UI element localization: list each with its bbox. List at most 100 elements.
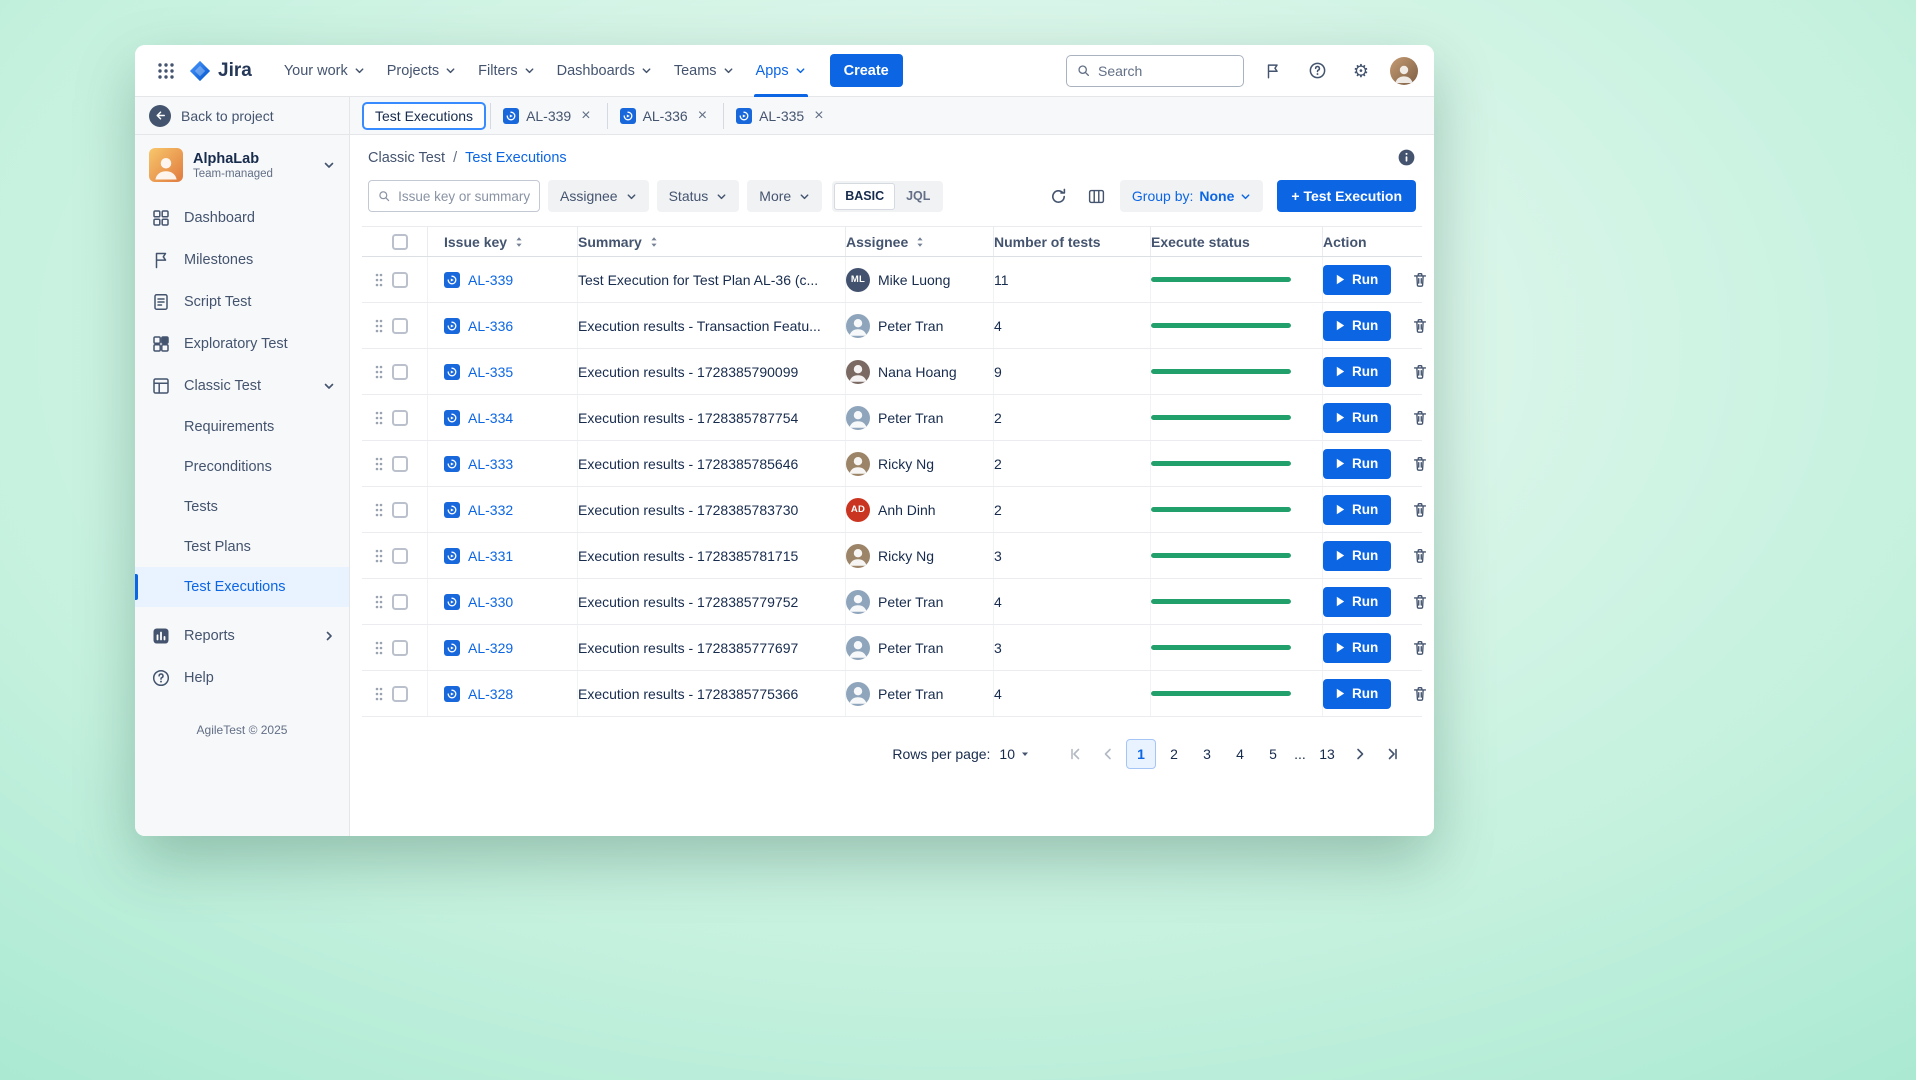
column-header[interactable]: Action xyxy=(1323,227,1422,256)
back-to-project-button[interactable]: Back to project xyxy=(135,97,349,135)
add-test-execution-button[interactable]: + Test Execution xyxy=(1277,180,1416,212)
top-nav-item[interactable]: Teams xyxy=(664,55,744,87)
sidebar-item[interactable]: Milestones xyxy=(135,239,349,281)
row-checkbox[interactable] xyxy=(392,272,408,288)
delete-icon[interactable] xyxy=(1411,685,1429,703)
run-button[interactable]: Run xyxy=(1323,633,1391,663)
run-button[interactable]: Run xyxy=(1323,679,1391,709)
global-search[interactable] xyxy=(1066,55,1244,87)
first-page-icon[interactable] xyxy=(1060,739,1090,769)
refresh-icon[interactable] xyxy=(1044,181,1074,211)
delete-icon[interactable] xyxy=(1411,409,1429,427)
tab[interactable]: AL-335 × xyxy=(723,103,836,129)
drag-handle-icon[interactable] xyxy=(374,548,384,564)
row-checkbox[interactable] xyxy=(392,364,408,380)
jira-logo[interactable]: Jira xyxy=(189,60,252,82)
delete-icon[interactable] xyxy=(1411,639,1429,657)
sidebar-item[interactable]: Requirements xyxy=(135,407,349,447)
previous-page-icon[interactable] xyxy=(1093,739,1123,769)
query-mode-button[interactable]: BASIC xyxy=(834,183,895,210)
run-button[interactable]: Run xyxy=(1323,311,1391,341)
issue-key-link[interactable]: AL-330 xyxy=(468,594,513,610)
row-checkbox[interactable] xyxy=(392,410,408,426)
global-search-input[interactable] xyxy=(1098,63,1233,79)
drag-handle-icon[interactable] xyxy=(374,640,384,656)
query-mode-button[interactable]: JQL xyxy=(895,183,941,210)
sidebar-item[interactable]: Dashboard xyxy=(135,197,349,239)
page-button[interactable]: 1 xyxy=(1126,739,1156,769)
filter-dropdown[interactable]: Status xyxy=(657,180,740,212)
sidebar-item[interactable]: Test Plans xyxy=(135,527,349,567)
run-button[interactable]: Run xyxy=(1323,587,1391,617)
page-button[interactable]: 13 xyxy=(1312,739,1342,769)
drag-handle-icon[interactable] xyxy=(374,272,384,288)
top-nav-item[interactable]: Filters xyxy=(468,55,544,87)
run-button[interactable]: Run xyxy=(1323,357,1391,387)
row-checkbox[interactable] xyxy=(392,594,408,610)
drag-handle-icon[interactable] xyxy=(374,686,384,702)
issue-key-link[interactable]: AL-329 xyxy=(468,640,513,656)
issue-key-link[interactable]: AL-332 xyxy=(468,502,513,518)
delete-icon[interactable] xyxy=(1411,317,1429,335)
run-button[interactable]: Run xyxy=(1323,403,1391,433)
sidebar-item[interactable]: Help xyxy=(135,657,349,699)
info-icon[interactable] xyxy=(1397,148,1416,167)
column-header[interactable]: Number of tests xyxy=(994,227,1151,256)
issue-search-input[interactable] xyxy=(398,189,530,204)
delete-icon[interactable] xyxy=(1411,363,1429,381)
column-header[interactable]: Execute status xyxy=(1151,227,1323,256)
issue-key-link[interactable]: AL-331 xyxy=(468,548,513,564)
breadcrumb-current[interactable]: Test Executions xyxy=(465,150,567,166)
sidebar-item[interactable]: Exploratory Test xyxy=(135,323,349,365)
issue-key-link[interactable]: AL-333 xyxy=(468,456,513,472)
row-checkbox[interactable] xyxy=(392,640,408,656)
drag-handle-icon[interactable] xyxy=(374,594,384,610)
sidebar-item[interactable]: Script Test xyxy=(135,281,349,323)
issue-key-link[interactable]: AL-328 xyxy=(468,686,513,702)
delete-icon[interactable] xyxy=(1411,271,1429,289)
close-icon[interactable]: × xyxy=(814,108,823,124)
tab[interactable]: AL-336 × xyxy=(607,103,720,129)
sidebar-item[interactable]: Reports xyxy=(135,615,349,657)
close-icon[interactable]: × xyxy=(698,108,707,124)
flag-icon[interactable] xyxy=(1258,56,1288,86)
app-switcher-icon[interactable] xyxy=(151,56,181,86)
drag-handle-icon[interactable] xyxy=(374,456,384,472)
row-checkbox[interactable] xyxy=(392,686,408,702)
group-by-dropdown[interactable]: Group by: None xyxy=(1120,180,1263,212)
filter-dropdown[interactable]: More xyxy=(747,180,822,212)
issue-key-link[interactable]: AL-334 xyxy=(468,410,513,426)
column-header[interactable]: Issue key xyxy=(428,227,578,256)
drag-handle-icon[interactable] xyxy=(374,502,384,518)
top-nav-item[interactable]: Dashboards xyxy=(547,55,662,87)
drag-handle-icon[interactable] xyxy=(374,410,384,426)
filter-dropdown[interactable]: Assignee xyxy=(548,180,649,212)
project-switcher[interactable]: AlphaLab Team-managed xyxy=(135,135,349,195)
drag-handle-icon[interactable] xyxy=(374,364,384,380)
page-button[interactable]: 2 xyxy=(1159,739,1189,769)
delete-icon[interactable] xyxy=(1411,455,1429,473)
select-all-checkbox[interactable] xyxy=(392,234,408,250)
tab[interactable]: Test Executions × xyxy=(362,102,486,130)
row-checkbox[interactable] xyxy=(392,456,408,472)
run-button[interactable]: Run xyxy=(1323,265,1391,295)
sidebar-item[interactable]: Tests xyxy=(135,487,349,527)
rows-per-page-select[interactable]: 10 xyxy=(999,746,1030,762)
issue-key-link[interactable]: AL-339 xyxy=(468,272,513,288)
sidebar-item[interactable]: Preconditions xyxy=(135,447,349,487)
columns-icon[interactable] xyxy=(1082,181,1112,211)
help-icon[interactable] xyxy=(1302,56,1332,86)
drag-handle-icon[interactable] xyxy=(374,318,384,334)
page-button[interactable]: 4 xyxy=(1225,739,1255,769)
sort-icon[interactable] xyxy=(648,236,660,248)
breadcrumb-parent[interactable]: Classic Test xyxy=(368,150,445,166)
close-icon[interactable]: × xyxy=(581,108,590,124)
run-button[interactable]: Run xyxy=(1323,449,1391,479)
issue-key-link[interactable]: AL-336 xyxy=(468,318,513,334)
page-button[interactable]: 3 xyxy=(1192,739,1222,769)
settings-gear-icon[interactable]: ⚙ xyxy=(1346,56,1376,86)
last-page-icon[interactable] xyxy=(1378,739,1408,769)
row-checkbox[interactable] xyxy=(392,502,408,518)
sort-icon[interactable] xyxy=(914,236,926,248)
tab[interactable]: AL-339 × xyxy=(490,103,603,129)
